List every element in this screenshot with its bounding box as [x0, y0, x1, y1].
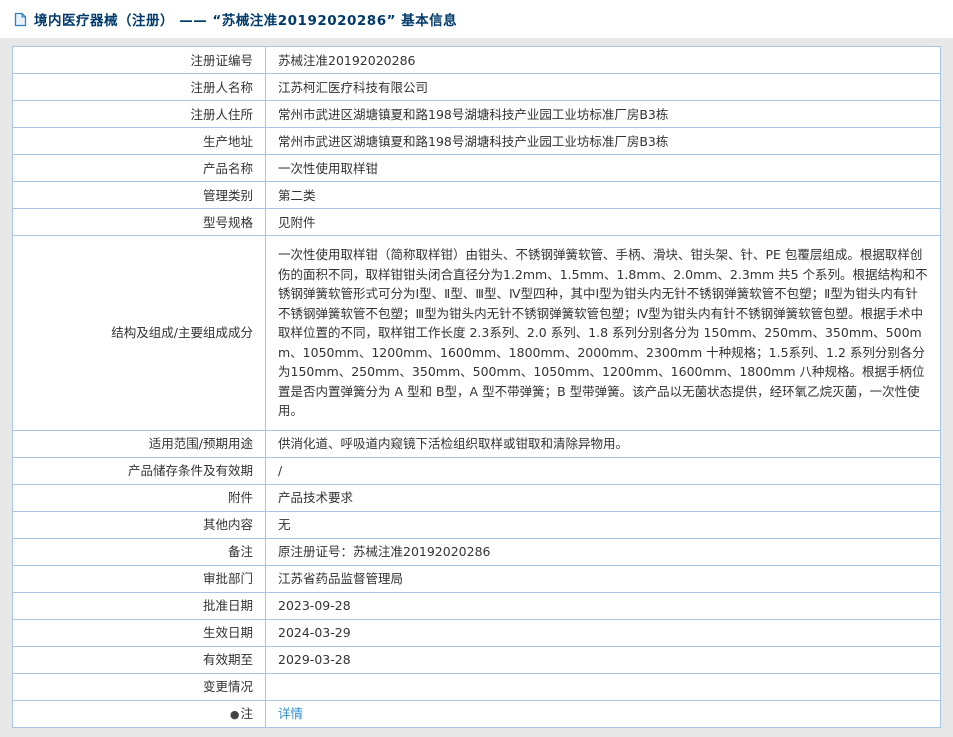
row-label: 结构及组成/主要组成成分 — [12, 235, 266, 431]
row-value: 一次性使用取样钳（简称取样钳）由钳头、不锈钢弹簧软管、手柄、滑块、钳头架、针、P… — [265, 235, 941, 431]
row-label: 注册人住所 — [12, 100, 266, 128]
table-row: 产品储存条件及有效期 / — [12, 456, 941, 485]
row-value: 无 — [265, 510, 941, 539]
row-value: / — [265, 456, 941, 485]
row-label: 产品名称 — [12, 154, 266, 182]
row-value: 2029-03-28 — [265, 645, 941, 674]
row-value: 第二类 — [265, 181, 941, 209]
row-value: 2024-03-29 — [265, 618, 941, 647]
table-row: 注册证编号 苏械注准20192020286 — [12, 46, 941, 74]
row-value: 江苏柯汇医疗科技有限公司 — [265, 73, 941, 101]
row-label: 产品储存条件及有效期 — [12, 456, 266, 485]
table-row: 产品名称 一次性使用取样钳 — [12, 154, 941, 182]
row-value: 见附件 — [265, 208, 941, 236]
table-row: 批准日期 2023-09-28 — [12, 591, 941, 620]
table-row: 生效日期 2024-03-29 — [12, 618, 941, 647]
row-value: 2023-09-28 — [265, 591, 941, 620]
row-value: 苏械注准20192020286 — [265, 46, 941, 74]
row-label: 适用范围/预期用途 — [12, 429, 266, 458]
row-label: 生效日期 — [12, 618, 266, 647]
table-row: 其他内容无 — [12, 510, 941, 539]
info-table-body: 注册证编号 苏械注准20192020286 注册人名称 江苏柯汇医疗科技有限公司 注册人… — [12, 46, 941, 728]
table-row: 备注 原注册证号：苏械注准20192020286 — [12, 537, 941, 566]
page: 境内医疗器械（注册） —— “苏械注准20192020286” 基本信息 注册证… — [0, 0, 953, 728]
row-value: 原注册证号：苏械注准20192020286 — [265, 537, 941, 566]
row-value: 常州市武进区湖塘镇夏和路198号湖塘科技产业园工业坊标准厂房B3栋 — [265, 127, 941, 155]
table-row: 结构及组成/主要组成成分 一次性使用取样钳（简称取样钳）由钳头、不锈钢弹簧软管、手… — [12, 235, 941, 431]
document-icon — [14, 12, 27, 27]
row-label: 变更情况 — [12, 672, 266, 701]
row-label: 其他内容 — [12, 510, 266, 539]
row-label: 注册证编号 — [12, 46, 266, 74]
table-row: 管理类别 第二类 — [12, 181, 941, 209]
row-value: 产品技术要求 — [265, 483, 941, 512]
table-row: 生产地址 常州市武进区湖塘镇夏和路198号湖塘科技产业园工业坊标准厂房B3栋 — [12, 127, 941, 155]
row-label: 有效期至 — [12, 645, 266, 674]
table-row: 适用范围/预期用途 供消化道、呼吸道内窥镜下活检组织取样或钳取和清除异物用。 — [12, 429, 941, 458]
note-bullet-icon: ● — [229, 707, 240, 721]
row-value: 常州市武进区湖塘镇夏和路198号湖塘科技产业园工业坊标准厂房B3栋 — [265, 100, 941, 128]
registration-info-table: 注册证编号 苏械注准20192020286 注册人名称 江苏柯汇医疗科技有限公司 注册人… — [12, 46, 941, 728]
row-value — [265, 672, 941, 701]
row-value: 江苏省药品监督管理局 — [265, 564, 941, 593]
page-title: 境内医疗器械（注册） —— “苏械注准20192020286” 基本信息 — [34, 13, 458, 29]
table-row: 审批部门 江苏省药品监督管理局 — [12, 564, 941, 593]
info-table: 注册证编号 苏械注准20192020286 注册人名称 江苏柯汇医疗科技有限公司 注册人… — [12, 46, 941, 728]
row-label: 批准日期 — [12, 591, 266, 620]
detail-link[interactable]: 详情 — [278, 706, 303, 721]
table-row: 变更情况 — [12, 672, 941, 701]
table-row: ●注 详情 — [12, 699, 941, 728]
row-label: ●注 — [12, 699, 266, 728]
row-value: 一次性使用取样钳 — [265, 154, 941, 182]
table-row: 注册人名称 江苏柯汇医疗科技有限公司 — [12, 73, 941, 101]
row-value: 供消化道、呼吸道内窥镜下活检组织取样或钳取和清除异物用。 — [265, 429, 941, 458]
row-label: 型号规格 — [12, 208, 266, 236]
table-row: 型号规格 见附件 — [12, 208, 941, 236]
row-label: 附件 — [12, 483, 266, 512]
table-row: 注册人住所 常州市武进区湖塘镇夏和路198号湖塘科技产业园工业坊标准厂房B3栋 — [12, 100, 941, 128]
row-value: 详情 — [265, 699, 941, 728]
row-label: 审批部门 — [12, 564, 266, 593]
table-row: 有效期至 2029-03-28 — [12, 645, 941, 674]
row-label: 注册人名称 — [12, 73, 266, 101]
row-label: 管理类别 — [12, 181, 266, 209]
row-label: 生产地址 — [12, 127, 266, 155]
table-row: 附件 产品技术要求 — [12, 483, 941, 512]
page-header: 境内医疗器械（注册） —— “苏械注准20192020286” 基本信息 — [0, 0, 953, 38]
row-label: 备注 — [12, 537, 266, 566]
